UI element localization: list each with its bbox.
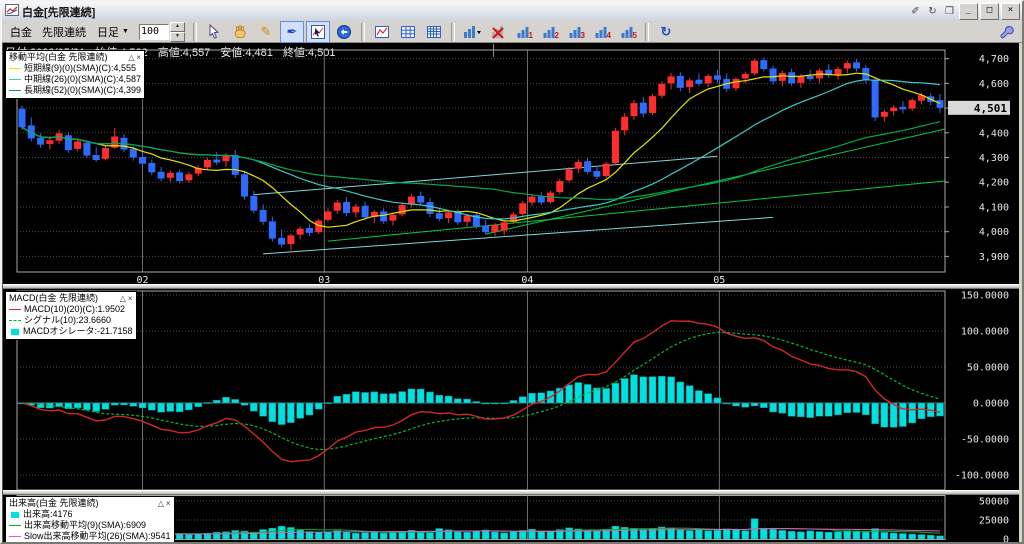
svg-text:4,600: 4,600	[979, 79, 1009, 90]
close-button[interactable]: ×	[1001, 3, 1020, 20]
crosshair-chart-button[interactable]	[306, 21, 330, 43]
svg-text:150.0000: 150.0000	[961, 291, 1009, 302]
volume-legend-box[interactable]: 出来高(白金 先限連続) △× 出来高:4176 出来高移動平均(9)(SMA)…	[5, 496, 175, 544]
macd-legend-title: MACD(白金 先限連続)	[9, 293, 98, 304]
pen-annotate-button[interactable]: ✒	[280, 21, 304, 43]
svg-text:4,300: 4,300	[979, 153, 1009, 164]
grid-layout-button[interactable]	[396, 21, 420, 43]
chart-layout-5-button[interactable]: 5	[616, 21, 640, 43]
legend-minimize-icon[interactable]: △	[120, 293, 126, 304]
main-candlestick-chart-canvas[interactable]: 4,7004,6004,5004,4004,3004,2004,1004,000…	[3, 48, 1017, 286]
svg-text:50000: 50000	[979, 497, 1009, 508]
chart-layout-2-button[interactable]: 2	[538, 21, 562, 43]
navigate-back-button[interactable]	[332, 21, 356, 43]
indicator-menu-button[interactable]	[460, 21, 484, 43]
window-title: 白金[先限連続]	[22, 4, 95, 20]
remove-indicator-button[interactable]	[486, 21, 510, 43]
new-chart-panel-button[interactable]	[370, 21, 394, 43]
bars-count-spinner[interactable]: ▲▼	[139, 22, 185, 42]
svg-text:50.0000: 50.0000	[967, 363, 1009, 374]
period-dropdown[interactable]: 日足▼	[95, 23, 131, 41]
hand-pan-button[interactable]	[228, 21, 252, 43]
macd-value: MACD(10)(20)(C):1.9502	[24, 304, 125, 315]
maximize-button[interactable]: □	[980, 3, 999, 20]
sma9-swatch	[9, 68, 21, 69]
reload-chart-button[interactable]: ↻	[654, 21, 678, 43]
toolbar-separator	[193, 23, 197, 41]
volume-swatch	[11, 512, 19, 518]
svg-text:100.0000: 100.0000	[961, 327, 1009, 338]
volume-ma9-value: 出来高移動平均(9)(SMA):6909	[24, 520, 146, 531]
spin-up-icon[interactable]: ▲	[170, 22, 185, 32]
chart-layout-3-button[interactable]: 3	[564, 21, 588, 43]
macd-line-swatch	[9, 309, 21, 310]
select-cursor-button[interactable]	[202, 21, 226, 43]
chevron-down-icon: ▼	[122, 28, 129, 35]
pencil-draw-button[interactable]: ✎	[254, 21, 278, 43]
chart-window: 白金[先限連続] ✐ ↻ ❐ _ □ × 白金 先限連続 日足▼ ▲▼ ✎ ✒	[0, 0, 1024, 544]
ma-legend-box[interactable]: 移動平均(白金 先限連続) △× 短期線(9)(0)(SMA)(C):4,555…	[5, 50, 145, 99]
sma9-value: 短期線(9)(0)(SMA)(C):4,555	[24, 63, 136, 74]
reload-icon: ↻	[660, 25, 671, 38]
volume-ma26-swatch	[9, 536, 21, 537]
svg-text:4,700: 4,700	[979, 54, 1009, 65]
minimize-button[interactable]: _	[959, 3, 978, 20]
signal-value: シグナル(10):23.6660	[24, 315, 111, 326]
svg-text:-50.0000: -50.0000	[961, 435, 1009, 446]
svg-text:0: 0	[1003, 535, 1009, 543]
toolbar-separator	[451, 23, 455, 41]
symbol-label: 白金	[10, 24, 32, 40]
volume-value: 出来高:4176	[23, 509, 73, 520]
spin-down-icon[interactable]: ▼	[170, 32, 185, 42]
cascade-windows-icon[interactable]: ❐	[942, 5, 957, 19]
legend-minimize-icon[interactable]: △	[158, 498, 164, 509]
pen-icon: ✒	[286, 25, 297, 38]
sma52-value: 長期線(52)(0)(SMA)(C):4,399	[24, 85, 141, 96]
toolbar-separator	[645, 23, 649, 41]
signal-line-swatch	[9, 320, 21, 321]
volume-legend-title: 出来高(白金 先限連続)	[9, 498, 99, 509]
toolbar: 白金 先限連続 日足▼ ▲▼ ✎ ✒ 1 2 3 4 5 ↻	[2, 21, 1022, 43]
sma26-value: 中期線(26)(0)(SMA)(C):4,587	[24, 74, 141, 85]
chart-layout-4-button[interactable]: 4	[590, 21, 614, 43]
ma-legend-title: 移動平均(白金 先限連続)	[9, 52, 108, 63]
oscillator-value: MACDオシレータ:-21.7158	[23, 326, 133, 337]
app-chart-icon	[5, 3, 19, 21]
toolbar-separator	[361, 23, 365, 41]
svg-text:4,200: 4,200	[979, 178, 1009, 189]
legend-close-icon[interactable]: ×	[128, 293, 133, 304]
volume-ma26-value: Slow出来高移動平均(26)(SMA):9541	[24, 531, 171, 542]
svg-text:0.0000: 0.0000	[973, 399, 1009, 410]
sma26-swatch	[9, 79, 21, 80]
settings-wrench-icon[interactable]	[999, 25, 1014, 45]
bars-count-input[interactable]	[139, 24, 169, 40]
title-bar[interactable]: 白金[先限連続] ✐ ↻ ❐ _ □ ×	[2, 2, 1022, 22]
legend-close-icon[interactable]: ×	[166, 498, 171, 509]
series-label: 先限連続	[42, 24, 86, 40]
legend-minimize-icon[interactable]: △	[128, 52, 134, 63]
refresh-window-icon[interactable]: ↻	[925, 5, 940, 19]
svg-text:4,000: 4,000	[979, 227, 1009, 238]
svg-text:-100.0000: -100.0000	[955, 471, 1009, 482]
svg-text:4,100: 4,100	[979, 202, 1009, 213]
svg-text:25000: 25000	[979, 516, 1009, 527]
legend-close-icon[interactable]: ×	[136, 52, 141, 63]
macd-legend-box[interactable]: MACD(白金 先限連続) △× MACD(10)(20)(C):1.9502 …	[5, 291, 137, 340]
oscillator-swatch	[11, 329, 19, 335]
chart-layout-1-button[interactable]: 1	[512, 21, 536, 43]
svg-text:4,501: 4,501	[974, 102, 1007, 115]
draw-tool-icon[interactable]: ✐	[908, 5, 923, 19]
volume-ma9-swatch	[9, 525, 21, 526]
sma52-swatch	[9, 90, 21, 91]
svg-text:4,400: 4,400	[979, 128, 1009, 139]
chart-region: 日付:2023/05/31始値:4,532高値:4,557安値:4,481終値:…	[2, 43, 1019, 544]
svg-text:3,900: 3,900	[979, 252, 1009, 263]
macd-chart-canvas[interactable]: 150.0000 100.0000 50.0000 0.0000 -50.0000 -10…	[3, 289, 1017, 492]
pencil-icon: ✎	[260, 25, 271, 38]
dense-grid-layout-button[interactable]	[422, 21, 446, 43]
